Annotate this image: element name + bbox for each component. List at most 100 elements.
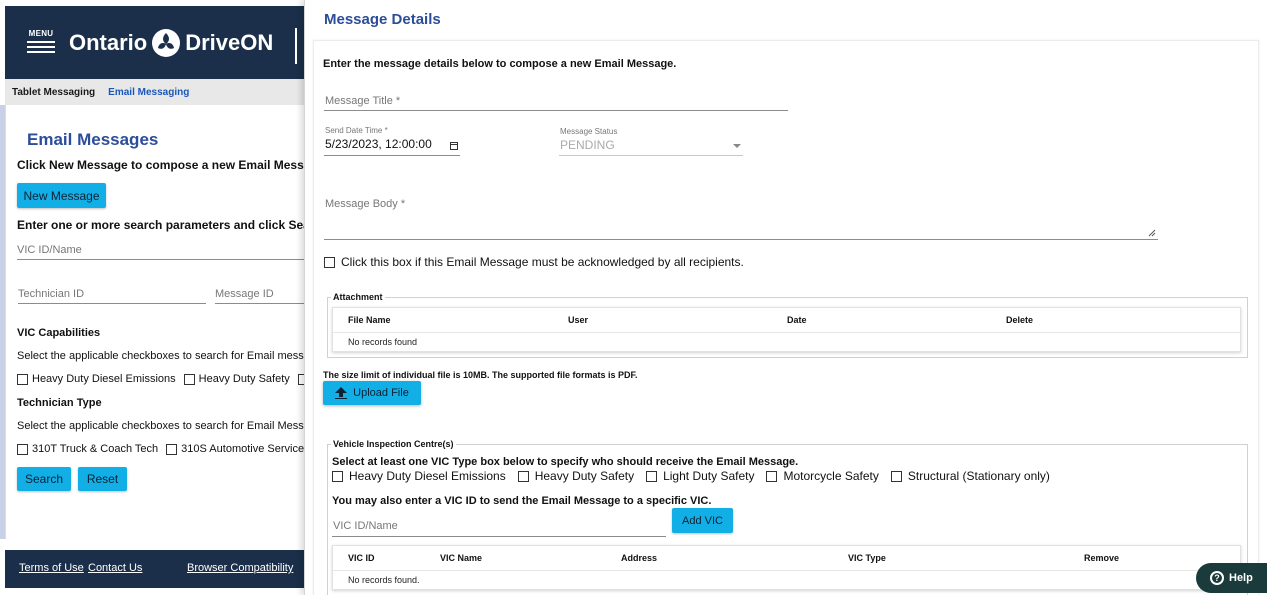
hamburger-icon-bar (27, 46, 55, 48)
col-vic-id: VIC ID (348, 553, 375, 563)
tech-310t[interactable]: 310T Truck & Coach Tech (17, 443, 158, 455)
send-date-time-input[interactable]: Send Date Time * 5/23/2023, 12:00:00 (324, 124, 460, 156)
sub-navigation: Tablet Messaging Email Messaging (5, 79, 304, 105)
upload-file-label: Upload File (353, 387, 409, 399)
page-title: Email Messages (27, 130, 159, 149)
resize-handle-icon[interactable] (1148, 229, 1156, 237)
col-remove: Remove (1084, 553, 1120, 563)
vic-type-motorcycle-safety[interactable]: Motorcycle Safety (766, 469, 879, 483)
technician-type-options: 310T Truck & Coach Tech 310S Automotive … (17, 443, 304, 455)
vic-capabilities-heading: VIC Capabilities (17, 327, 101, 339)
checkbox-label: Heavy Duty Diesel Emissions (32, 373, 176, 385)
checkbox[interactable] (166, 443, 178, 455)
help-icon: ? (1210, 571, 1224, 585)
background-page: MENU Ontario DriveON Tablet Messaging Em… (0, 0, 304, 595)
header-divider (295, 28, 297, 64)
col-delete: Delete (1006, 315, 1034, 325)
technician-type-heading: Technician Type (17, 397, 102, 409)
brand-left-text: Ontario (69, 30, 148, 55)
vic-type-structural[interactable]: Structural (Stationary only) (890, 469, 1050, 483)
vic-id-search-input[interactable]: VIC ID/Name (17, 244, 304, 260)
col-date: Date (787, 315, 807, 325)
upload-file-button[interactable]: Upload File (323, 381, 421, 405)
checkbox-label: 310T Truck & Coach Tech (32, 443, 159, 455)
nav-email-messaging[interactable]: Email Messaging (108, 87, 189, 98)
tech-310s[interactable]: 310S Automotive Service T (166, 443, 304, 455)
reset-button[interactable]: Reset (78, 467, 127, 491)
email-messages-panel: Email Messages Click New Message to comp… (5, 105, 304, 539)
message-title-placeholder: Message Title * (325, 95, 401, 107)
technician-type-hint: Select the applicable checkboxes to sear… (17, 420, 304, 432)
vic-type-light-duty-safety[interactable]: Light Duty Safety (646, 469, 754, 483)
vic-id-instruction: You may also enter a VIC ID to send the … (332, 495, 712, 507)
checkbox[interactable] (766, 470, 778, 482)
browser-compatibility-link[interactable]: Browser Compatibility (187, 562, 293, 574)
hamburger-icon-bar (27, 51, 55, 53)
attachment-empty-text: No records found (348, 337, 418, 347)
status-label: Message Status (560, 127, 618, 136)
status-value: PENDING (560, 138, 615, 152)
checkbox[interactable] (890, 470, 902, 482)
checkbox[interactable] (17, 443, 28, 455)
checkbox-label: Light Duty Safety (663, 469, 755, 483)
col-user: User (568, 315, 589, 325)
add-vic-button[interactable]: Add VIC (672, 508, 733, 533)
checkbox-label: Heavy Duty Diesel Emissions (349, 469, 506, 483)
vic-empty-text: No records found. (348, 575, 420, 585)
send-date-value: 5/23/2023, 12:00:00 (325, 137, 432, 151)
checkbox[interactable] (646, 470, 658, 482)
page-subtitle: Click New Message to compose a new Email… (17, 158, 304, 172)
checkbox[interactable] (183, 373, 195, 385)
help-button[interactable]: ? Help (1196, 563, 1267, 593)
file-limit-note: The size limit of individual file is 10M… (323, 370, 638, 380)
vic-capabilities-hint: Select the applicable checkboxes to sear… (17, 350, 304, 362)
trillium-icon (152, 29, 181, 57)
upload-icon (335, 387, 348, 399)
acknowledge-option[interactable]: Click this box if this Email Message mus… (324, 255, 744, 269)
brand-logo[interactable]: Ontario DriveON (69, 24, 273, 62)
brand-right-text: DriveON (185, 30, 274, 55)
technician-id-input[interactable]: Technician ID (18, 288, 206, 304)
search-button[interactable]: Search (17, 467, 71, 491)
vic-type-heavy-duty-diesel[interactable]: Heavy Duty Diesel Emissions (332, 469, 506, 483)
header-divider (333, 332, 1240, 333)
acknowledge-label: Click this box if this Email Message mus… (341, 255, 744, 269)
checkbox-label: 310S Automotive Service T (181, 443, 304, 455)
vic-id-input[interactable]: VIC ID/Name (332, 516, 666, 537)
chevron-down-icon (733, 144, 741, 148)
message-body-textarea[interactable]: Message Body * (324, 194, 1158, 240)
vic-type-options: Heavy Duty Diesel Emissions Heavy Duty S… (332, 469, 1062, 483)
vic-type-instruction: Select at least one VIC Type box below t… (332, 456, 799, 468)
col-address: Address (621, 553, 658, 563)
nav-tablet-messaging[interactable]: Tablet Messaging (12, 87, 95, 98)
checkbox-label: Motorcycle Safety (783, 469, 879, 483)
hamburger-icon (27, 41, 55, 43)
message-id-input[interactable]: Message ID (215, 288, 304, 304)
capability-heavy-duty-safety[interactable]: Heavy Duty Safety (183, 373, 290, 385)
attachment-legend: Attachment (331, 292, 385, 302)
new-message-button[interactable]: New Message (17, 183, 106, 208)
acknowledge-checkbox[interactable] (324, 256, 335, 268)
checkbox-label: Structural (Stationary only) (907, 469, 1050, 483)
col-vic-name: VIC Name (440, 553, 483, 563)
attachment-table: File Name User Date Delete No records fo… (332, 307, 1241, 352)
terms-of-use-link[interactable]: Terms of Use (19, 562, 84, 574)
checkbox[interactable] (332, 470, 343, 482)
vic-table: VIC ID VIC Name Address VIC Type Remove … (332, 545, 1241, 590)
calendar-icon[interactable] (450, 142, 458, 150)
menu-button[interactable]: MENU (26, 29, 56, 57)
contact-us-link[interactable]: Contact Us (88, 562, 142, 574)
help-label: Help (1229, 572, 1253, 584)
message-details-dialog: Message Details Enter the message detail… (304, 0, 1267, 595)
checkbox[interactable] (517, 470, 529, 482)
vic-legend: Vehicle Inspection Centre(s) (331, 439, 456, 449)
message-title-input[interactable]: Message Title * (324, 92, 788, 111)
vic-type-heavy-duty-safety[interactable]: Heavy Duty Safety (517, 469, 634, 483)
message-body-placeholder: Message Body * (325, 198, 406, 210)
header-divider (333, 570, 1240, 571)
col-vic-type: VIC Type (848, 553, 886, 563)
checkbox[interactable] (17, 373, 28, 385)
capability-heavy-duty-diesel[interactable]: Heavy Duty Diesel Emissions (17, 373, 176, 385)
checkbox-label: Heavy Duty Safety (198, 373, 290, 385)
menu-label: MENU (28, 29, 54, 38)
